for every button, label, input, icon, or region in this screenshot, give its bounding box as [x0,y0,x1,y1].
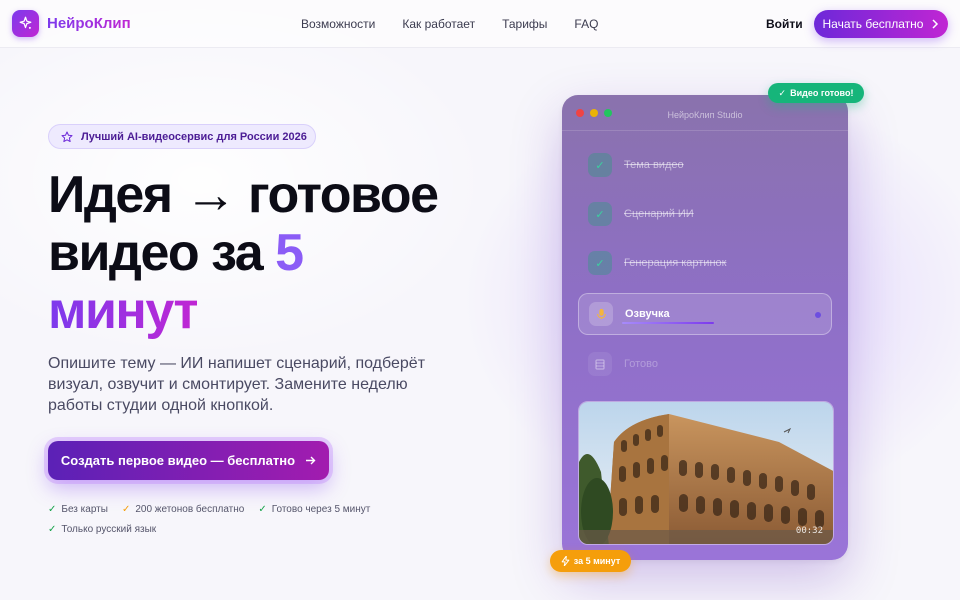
step-label: Сценарий ИИ [624,208,694,220]
login-link[interactable]: Войти [766,17,803,31]
perk-item: ✓ Без карты [48,504,108,515]
nav-link-how-it-works[interactable]: Как работает [402,17,475,31]
brand-name: НейроКлип [47,15,131,32]
check-icon: ✓ [48,524,57,535]
speed-badge: за 5 минут [550,550,631,572]
microphone-icon [589,302,613,326]
award-badge: Лучший AI-видеосервис для России 2026 [48,124,316,149]
video-ready-label: Видео готово! [790,88,854,98]
star-icon [61,131,73,142]
check-icon: ✓ [588,251,612,275]
perk-item: ✓ Только русский язык [48,524,156,535]
check-icon: ✓ [121,504,131,515]
step-label: Тема видео [624,159,684,171]
hero-title-number: 5 [275,224,304,282]
check-icon: ✓ [258,504,267,515]
video-preview[interactable]: 00:32 [578,401,834,545]
create-video-button[interactable]: Создать первое видео — бесплатно [48,441,329,480]
perk-label: Только русский язык [61,524,157,535]
hero-title: Идея → готовое видео за 5 минут [48,166,488,340]
sparkle-logo-icon [12,10,39,37]
arrow-right-icon [306,456,316,465]
progress-dot-icon [815,312,821,318]
check-icon: ✓ [778,87,787,98]
step-script: ✓ Сценарий ИИ [578,194,832,234]
perks-list: ✓ Без карты ✓ 200 жетонов бесплатно ✓ Готов… [48,504,408,544]
top-nav: НейроКлип Возможности Как работает Тариф… [0,0,960,48]
check-icon: ✓ [588,202,612,226]
step-label: Генерация картинок [624,257,727,269]
perk-label: Без карты [61,504,108,515]
nav-link-faq[interactable]: FAQ [574,17,598,31]
nav-link-pricing[interactable]: Тарифы [502,17,547,31]
hero-title-main: Идея → готовое видео за [48,166,439,282]
perk-label: Готово через 5 минут [271,504,371,515]
nav-link-features[interactable]: Возможности [301,17,375,31]
hero-subtitle: Опишите тему — ИИ напишет сценарий, подб… [48,355,426,414]
perk-item: ✓ 200 жетонов бесплатно [122,504,244,515]
check-icon: ✓ [48,504,57,515]
step-voiceover: Озвучка [578,293,832,335]
check-icon: ✓ [588,153,612,177]
nav-links: Возможности Как работает Тарифы FAQ [301,17,625,31]
perk-label: 200 жетонов бесплатно [135,504,245,515]
step-label: Готово [624,358,658,370]
video-timestamp: 00:32 [795,526,823,536]
hero-title-accent: минут [48,282,199,340]
lightning-icon [561,556,570,566]
video-ready-badge: ✓ Видео готово! [768,83,864,103]
badge-text: Лучший AI-видеосервис для России 2026 [81,130,307,143]
speed-badge-label: за 5 минут [573,556,621,566]
cta-label: Создать первое видео — бесплатно [60,453,296,468]
step-label: Озвучка [625,308,670,320]
colosseum-image [579,402,833,544]
start-free-label: Начать бесплатно [822,17,924,31]
logo[interactable]: НейроКлип [12,10,131,37]
studio-title: НейроКлип Studio [667,110,743,120]
step-done: Готово [578,344,832,384]
perk-item: ✓ Готово через 5 минут [258,504,370,515]
studio-window: НейроКлип Studio ✓ Тема видео ✓ Сценарий… [562,95,848,560]
film-icon [588,352,612,376]
step-images: ✓ Генерация картинок [578,243,832,283]
chevron-right-icon [932,19,939,29]
voiceover-progress-bar [622,322,714,324]
start-free-button[interactable]: Начать бесплатно [814,10,948,38]
step-topic: ✓ Тема видео [578,145,832,185]
